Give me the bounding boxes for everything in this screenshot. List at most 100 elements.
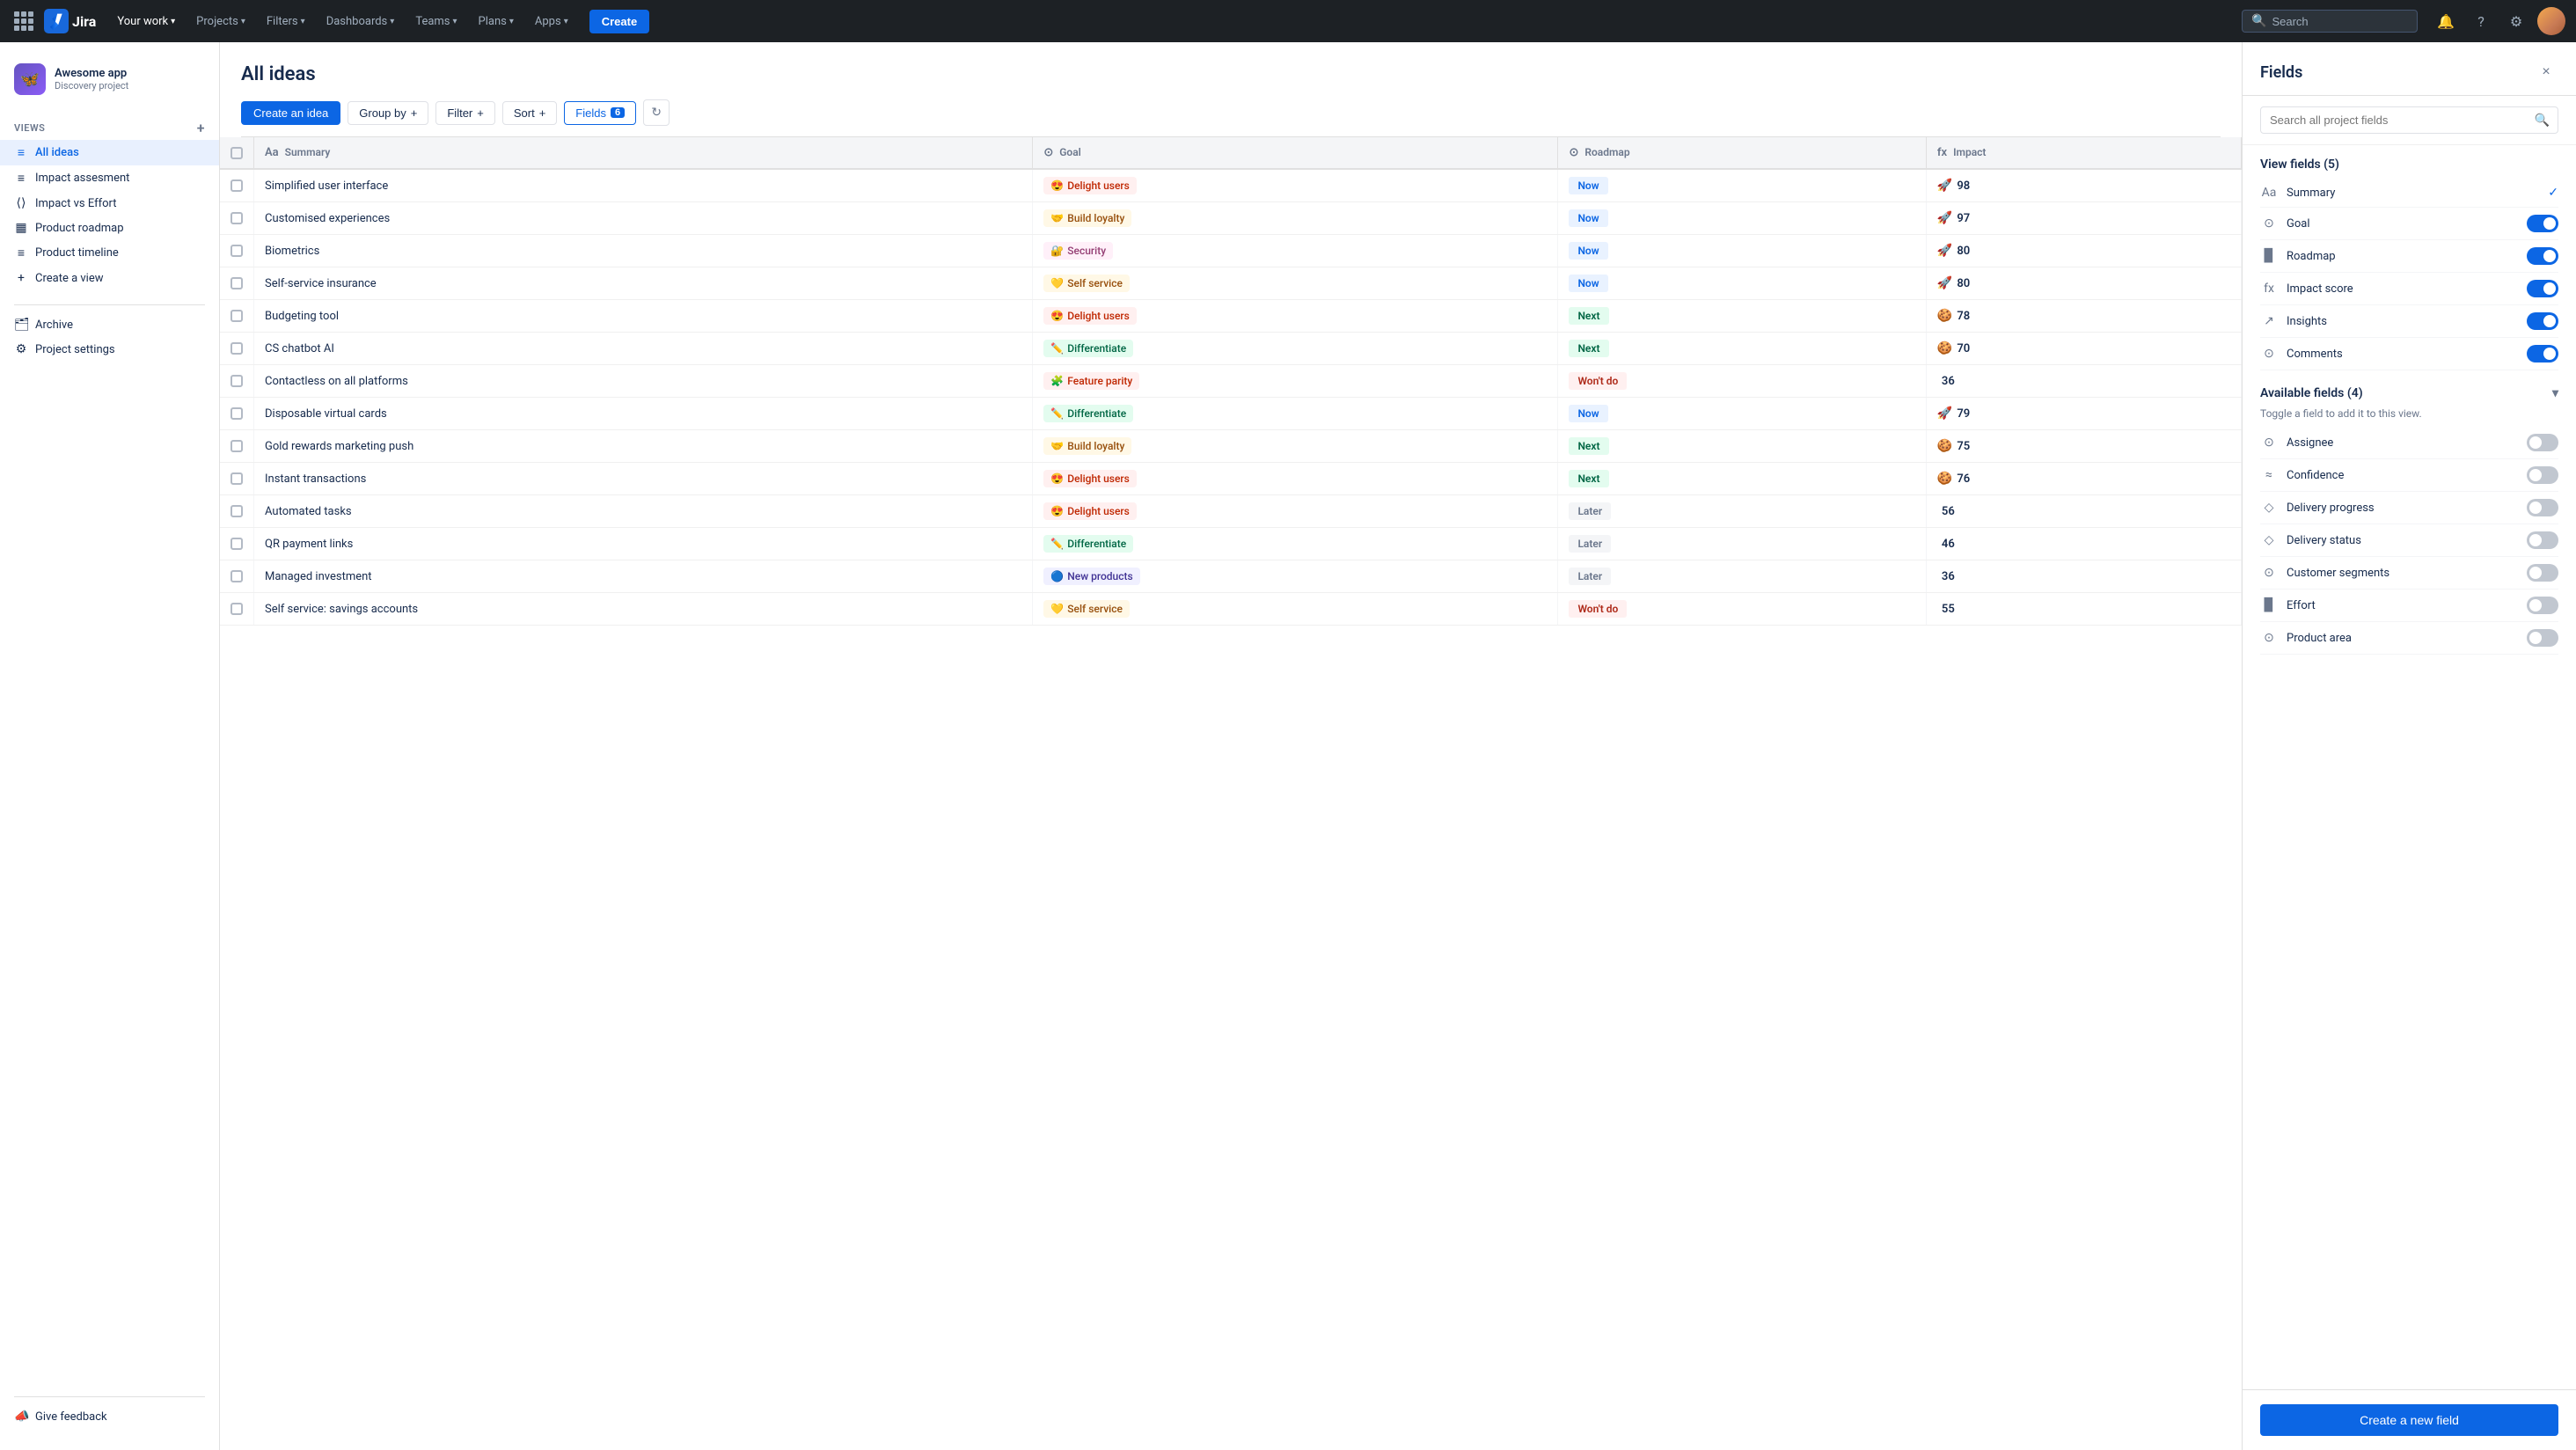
sidebar-item-impact-assessment[interactable]: ≡ Impact assesment	[0, 165, 219, 191]
row-roadmap[interactable]: Won't do	[1558, 365, 1926, 398]
row-summary[interactable]: Automated tasks	[254, 495, 1033, 528]
row-summary[interactable]: Budgeting tool	[254, 300, 1033, 333]
roadmap-badge[interactable]: Later	[1569, 502, 1611, 520]
row-select-checkbox[interactable]	[231, 603, 243, 615]
goal-tag[interactable]: 🤝 Build loyalty	[1043, 209, 1131, 227]
row-summary[interactable]: Contactless on all platforms	[254, 365, 1033, 398]
goal-tag[interactable]: 💛 Self service	[1043, 600, 1130, 618]
assignee-toggle[interactable]	[2527, 434, 2558, 451]
insights-toggle[interactable]	[2527, 312, 2558, 330]
row-summary[interactable]: Self service: savings accounts	[254, 593, 1033, 626]
notifications-button[interactable]: 🔔	[2432, 7, 2460, 35]
row-roadmap[interactable]: Now	[1558, 398, 1926, 430]
help-button[interactable]: ?	[2467, 7, 2495, 35]
goal-tag[interactable]: 💛 Self service	[1043, 275, 1130, 292]
goal-tag[interactable]: ✏️ Differentiate	[1043, 535, 1133, 553]
goal-tag[interactable]: 🤝 Build loyalty	[1043, 437, 1131, 455]
goal-tag[interactable]: 🔐 Security	[1043, 242, 1113, 260]
customer-segments-toggle[interactable]	[2527, 564, 2558, 582]
sync-button[interactable]: ↻	[643, 99, 670, 126]
sidebar-item-give-feedback[interactable]: 📣 Give feedback	[0, 1404, 219, 1429]
select-all-checkbox[interactable]	[231, 147, 243, 159]
row-select-checkbox[interactable]	[231, 570, 243, 582]
row-select-checkbox[interactable]	[231, 342, 243, 355]
add-view-button[interactable]: +	[197, 120, 205, 136]
apps-grid-button[interactable]	[11, 8, 37, 34]
roadmap-badge[interactable]: Next	[1569, 307, 1608, 325]
row-summary[interactable]: Self-service insurance	[254, 267, 1033, 300]
row-roadmap[interactable]: Now	[1558, 267, 1926, 300]
row-goal[interactable]: 🔐 Security	[1033, 235, 1558, 267]
nav-your-work[interactable]: Your work ▾	[110, 11, 182, 32]
row-roadmap[interactable]: Next	[1558, 430, 1926, 463]
row-roadmap[interactable]: Later	[1558, 560, 1926, 593]
roadmap-badge[interactable]: Now	[1569, 242, 1607, 260]
roadmap-badge[interactable]: Next	[1569, 437, 1608, 455]
nav-plans[interactable]: Plans ▾	[472, 11, 521, 32]
product-area-toggle[interactable]	[2527, 629, 2558, 647]
roadmap-badge[interactable]: Won't do	[1569, 372, 1627, 390]
sort-button[interactable]: Sort +	[502, 101, 557, 125]
filter-button[interactable]: Filter +	[435, 101, 494, 125]
row-goal[interactable]: ✏️ Differentiate	[1033, 333, 1558, 365]
sidebar-item-all-ideas[interactable]: ≡ All ideas	[0, 140, 219, 165]
roadmap-toggle[interactable]	[2527, 247, 2558, 265]
row-select-checkbox[interactable]	[231, 538, 243, 550]
goal-tag[interactable]: ✏️ Differentiate	[1043, 405, 1133, 422]
fields-search-input[interactable]	[2260, 106, 2558, 134]
row-select-checkbox[interactable]	[231, 440, 243, 452]
row-summary[interactable]: Customised experiences	[254, 202, 1033, 235]
row-goal[interactable]: 😍 Delight users	[1033, 300, 1558, 333]
goal-tag[interactable]: 😍 Delight users	[1043, 307, 1136, 325]
row-goal[interactable]: 💛 Self service	[1033, 593, 1558, 626]
goal-tag[interactable]: ✏️ Differentiate	[1043, 340, 1133, 357]
comments-toggle[interactable]	[2527, 345, 2558, 362]
goal-tag[interactable]: 🧩 Feature parity	[1043, 372, 1139, 390]
sidebar-item-impact-vs-effort[interactable]: ⟨⟩ Impact vs Effort	[0, 191, 219, 216]
row-select-checkbox[interactable]	[231, 505, 243, 517]
row-summary[interactable]: Managed investment	[254, 560, 1033, 593]
nav-apps[interactable]: Apps ▾	[528, 11, 575, 32]
settings-button[interactable]: ⚙	[2502, 7, 2530, 35]
nav-filters[interactable]: Filters ▾	[260, 11, 312, 32]
fields-panel-close-button[interactable]: ×	[2534, 60, 2558, 84]
row-select-checkbox[interactable]	[231, 277, 243, 289]
create-idea-button[interactable]: Create an idea	[241, 101, 340, 125]
row-goal[interactable]: 🔵 New products	[1033, 560, 1558, 593]
roadmap-badge[interactable]: Won't do	[1569, 600, 1627, 618]
fields-button[interactable]: Fields 6	[564, 101, 636, 125]
nav-projects[interactable]: Projects ▾	[189, 11, 252, 32]
row-summary[interactable]: Simplified user interface	[254, 169, 1033, 202]
row-summary[interactable]: Disposable virtual cards	[254, 398, 1033, 430]
roadmap-badge[interactable]: Next	[1569, 470, 1608, 487]
row-select-checkbox[interactable]	[231, 407, 243, 420]
nav-teams[interactable]: Teams ▾	[408, 11, 464, 32]
row-summary[interactable]: Instant transactions	[254, 463, 1033, 495]
row-select-checkbox[interactable]	[231, 179, 243, 192]
row-summary[interactable]: CS chatbot AI	[254, 333, 1033, 365]
row-goal[interactable]: 😍 Delight users	[1033, 495, 1558, 528]
confidence-toggle[interactable]	[2527, 466, 2558, 484]
available-fields-chevron[interactable]: ▾	[2552, 386, 2558, 400]
search-input[interactable]	[2272, 15, 2395, 28]
delivery-status-toggle[interactable]	[2527, 531, 2558, 549]
row-select-checkbox[interactable]	[231, 245, 243, 257]
row-goal[interactable]: 😍 Delight users	[1033, 169, 1558, 202]
goal-tag[interactable]: 🔵 New products	[1043, 568, 1139, 585]
sidebar-item-project-settings[interactable]: ⚙ Project settings	[0, 337, 219, 362]
roadmap-badge[interactable]: Later	[1569, 568, 1611, 585]
roadmap-badge[interactable]: Next	[1569, 340, 1608, 357]
roadmap-badge[interactable]: Now	[1569, 177, 1607, 194]
effort-toggle[interactable]	[2527, 597, 2558, 614]
delivery-progress-toggle[interactable]	[2527, 499, 2558, 516]
create-new-field-button[interactable]: Create a new field	[2260, 1404, 2558, 1436]
row-roadmap[interactable]: Later	[1558, 528, 1926, 560]
sidebar-item-product-roadmap[interactable]: ▦ Product roadmap	[0, 216, 219, 240]
goal-tag[interactable]: 😍 Delight users	[1043, 502, 1136, 520]
row-roadmap[interactable]: Now	[1558, 169, 1926, 202]
row-goal[interactable]: ✏️ Differentiate	[1033, 398, 1558, 430]
row-goal[interactable]: 🤝 Build loyalty	[1033, 430, 1558, 463]
goal-toggle[interactable]	[2527, 215, 2558, 232]
user-avatar[interactable]	[2537, 7, 2565, 35]
impact-toggle[interactable]	[2527, 280, 2558, 297]
